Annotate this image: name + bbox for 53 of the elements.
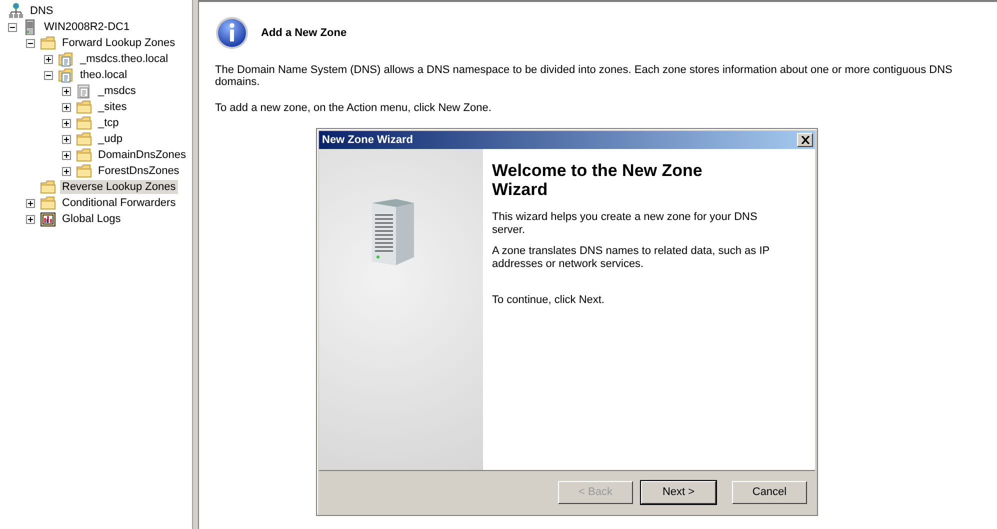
- expand-toggle[interactable]: [62, 118, 71, 128]
- tree-item[interactable]: Global Logs: [60, 212, 123, 226]
- folder-icon: [76, 99, 92, 115]
- folder-icon: [40, 179, 56, 195]
- dialog-title: New Zone Wizard: [322, 134, 413, 146]
- tree-item[interactable]: Conditional Forwarders: [60, 196, 178, 210]
- expand-toggle[interactable]: [26, 198, 35, 208]
- server-tower-drawing: [370, 199, 416, 265]
- tree-item[interactable]: WIN2008R2-DC1: [42, 20, 132, 34]
- collapse-toggle[interactable]: [8, 22, 17, 32]
- info-text: To add a new zone, on the Action menu, click New Zone.: [215, 102, 492, 114]
- document-folder-icon: [58, 51, 74, 67]
- tree-item[interactable]: ForestDnsZones: [96, 164, 182, 178]
- tree-item[interactable]: _msdcs.theo.local: [78, 52, 170, 66]
- document-folder-icon: [76, 83, 92, 99]
- expand-toggle[interactable]: [62, 134, 71, 144]
- wizard-text: This wizard helps you create a new zone for your DNS server.: [492, 211, 758, 237]
- info-icon: [215, 16, 249, 50]
- log-book-icon: [40, 211, 56, 227]
- next-button[interactable]: Next >: [641, 480, 716, 504]
- cancel-button[interactable]: Cancel: [732, 480, 807, 504]
- close-button[interactable]: [797, 133, 813, 147]
- wizard-text: To continue, click Next.: [492, 294, 606, 307]
- collapse-toggle[interactable]: [44, 70, 53, 80]
- tree-item[interactable]: _udp: [96, 132, 124, 146]
- folder-icon: [76, 115, 92, 131]
- folder-icon: [76, 131, 92, 147]
- tree-item[interactable]: _sites: [96, 100, 129, 114]
- tree-item[interactable]: theo.local: [78, 68, 130, 82]
- tree-item[interactable]: Forward Lookup Zones: [60, 36, 178, 50]
- tree-item[interactable]: DomainDnsZones: [96, 148, 188, 162]
- folder-icon: [76, 163, 92, 179]
- expand-toggle[interactable]: [62, 86, 71, 96]
- tree-item[interactable]: _msdcs: [96, 84, 138, 98]
- tree-item[interactable]: DNS: [28, 4, 56, 18]
- expand-toggle[interactable]: [62, 166, 71, 176]
- expand-toggle[interactable]: [62, 150, 71, 160]
- tree-item[interactable]: Reverse Lookup Zones: [60, 180, 178, 194]
- info-heading: Add a New Zone: [261, 27, 347, 39]
- wizard-text: A zone translates DNS names to related data, such as IP addresses or network services.: [492, 245, 770, 271]
- network-icon: [8, 3, 24, 19]
- folder-icon: [76, 147, 92, 163]
- folder-icon: [40, 35, 56, 51]
- collapse-toggle[interactable]: [26, 38, 35, 48]
- expand-toggle[interactable]: [62, 102, 71, 112]
- document-folder-icon: [58, 67, 74, 83]
- folder-icon: [40, 195, 56, 211]
- expand-toggle[interactable]: [44, 54, 53, 64]
- tree-item[interactable]: _tcp: [96, 116, 121, 130]
- expand-toggle[interactable]: [26, 214, 35, 224]
- close-icon: [800, 136, 810, 144]
- wizard-heading: Welcome to the New Zone Wizard: [492, 161, 704, 199]
- info-text: The Domain Name System (DNS) allows a DNS namespace to be divided into zones. Each zone stores information about one or more contiguous DNS domains.: [215, 64, 954, 88]
